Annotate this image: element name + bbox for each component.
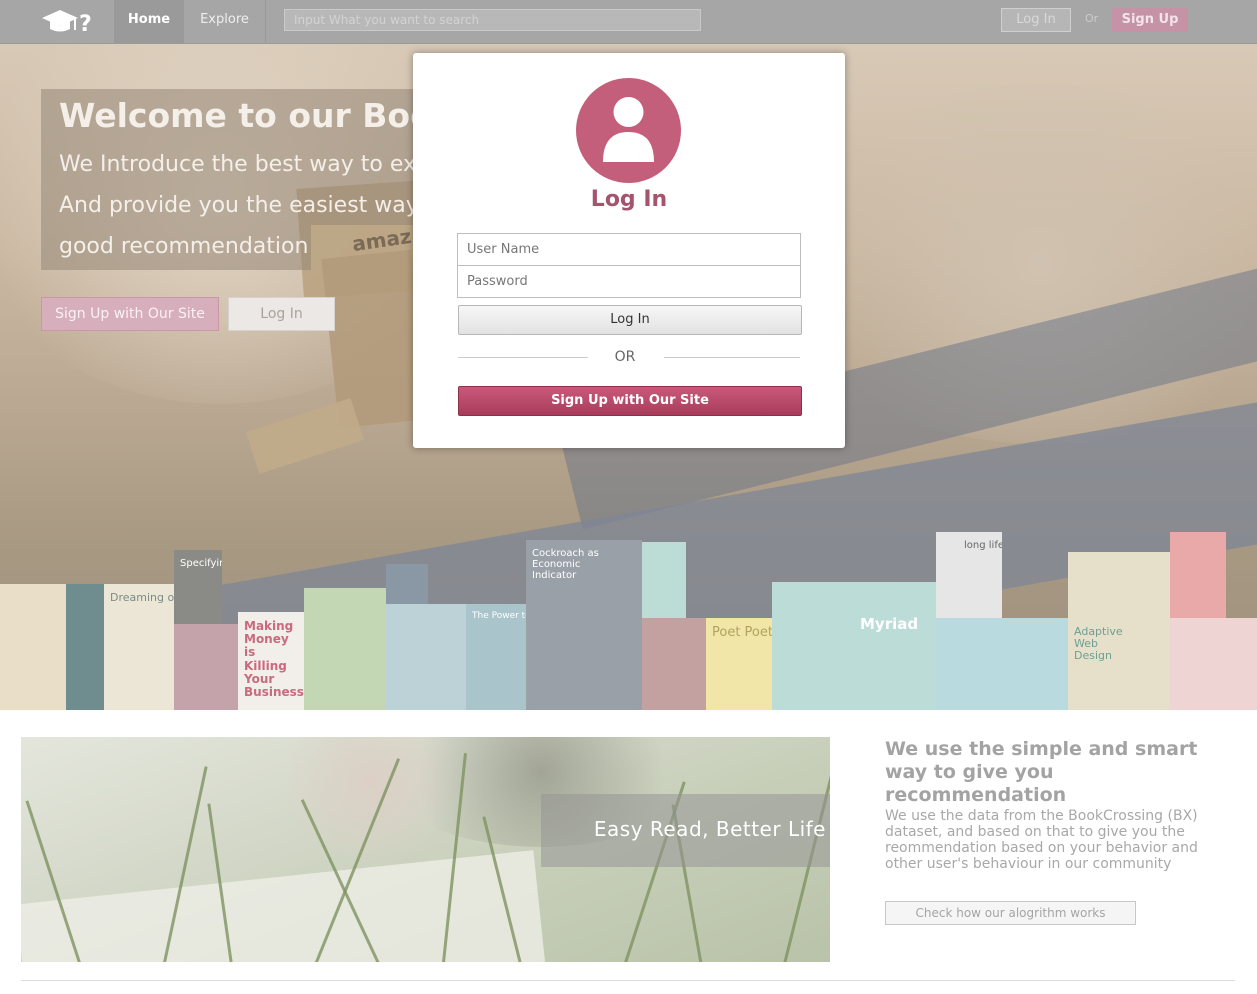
book-cover [66,584,104,710]
modal-title: Log In [590,187,668,212]
book-cover [386,604,466,710]
user-avatar-icon [576,78,681,183]
feature-heading: We use the simple and smart way to give … [885,738,1198,806]
photo-detail [21,850,546,962]
svg-text:?: ? [79,12,92,37]
book-cover: Making Money is Killing Your Business [238,612,304,710]
feature-caption: Easy Read, Better Life [593,817,826,841]
book-cover [1170,618,1257,710]
top-navbar: ? Home Explore Log In Or Sign Up [0,0,1257,44]
book-cover: Dreaming of Sweden [104,584,174,710]
or-divider-label: OR [614,349,636,365]
user-silhouette-icon [603,97,654,162]
book-cover: Poet Poet [706,618,772,710]
or-divider-right [664,357,800,358]
book-cover: The Power to Predict [466,604,526,710]
nav-login-button[interactable]: Log In [1001,8,1071,32]
nav-signup-button[interactable]: Sign Up [1112,8,1188,32]
book-cover: Cockroach as Economic Indicator [526,540,642,710]
nav-or-label: Or [1085,12,1099,25]
book-title: long life [964,540,1002,551]
book-title: Adaptive Web Design [1074,625,1123,663]
book-title: Myriad [860,615,919,633]
book-cover [304,588,386,710]
feature-photo: Easy Read, Better Life [21,737,830,962]
hero-robot-figure [245,398,365,474]
search-input[interactable] [284,9,701,31]
book-cover: Myriad [772,582,936,710]
modal-signup-button[interactable]: Sign Up with Our Site [458,386,802,416]
tab-explore[interactable]: Explore [184,0,266,43]
photo-detail [271,737,471,857]
book-title: Dreaming of Sweden [110,591,174,604]
modal-login-button[interactable]: Log In [458,305,802,335]
book-title: Specifying Systems [180,558,222,569]
book-cover [0,584,66,710]
hero-subtitle-line-1: We Introduce the best way to expl [59,152,413,177]
hero-signup-button[interactable]: Sign Up with Our Site [41,297,219,331]
hero-subtitle-line-3: good recommendation [59,234,309,259]
book-title: Cockroach as Economic Indicator [532,548,599,581]
password-field[interactable] [457,265,801,298]
algorithm-info-button[interactable]: Check how our alogrithm works [885,901,1136,925]
login-modal: Log In Log In OR Sign Up with Our Site [413,53,845,448]
username-field[interactable] [457,233,801,266]
hero-login-button[interactable]: Log In [228,297,335,331]
book-cover: Adaptive Web Design [1068,552,1170,710]
tab-home[interactable]: Home [114,0,184,43]
or-divider-left [458,357,588,358]
feature-description: We use the data from the BookCrossing (B… [885,808,1198,872]
section-divider [21,980,1235,981]
book-cover [936,618,1068,710]
book-cover [642,618,706,710]
book-title: The Power to Predict [472,611,526,621]
graduation-cap-logo-icon[interactable]: ? [40,6,96,38]
book-cover [174,624,238,710]
book-title: Making Money is Killing Your Business [244,619,304,699]
hero-subtitle-line-2: And provide you the easiest way t [59,193,413,218]
book-title: Poet Poet [712,625,772,640]
hero-title: Welcome to our Book [59,96,413,135]
